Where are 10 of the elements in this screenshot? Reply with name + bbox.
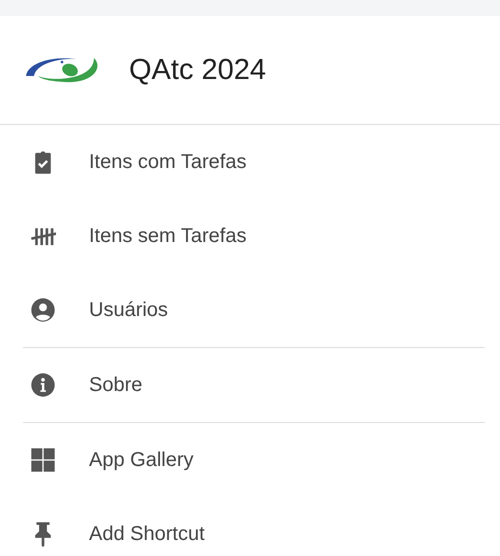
menu-item[interactable]: Sobre [0, 348, 500, 422]
info-icon [30, 372, 56, 398]
menu-item[interactable]: Itens com Tarefas [0, 125, 500, 199]
user-icon [30, 297, 56, 323]
grid-icon [30, 447, 56, 473]
app-title: QAtc 2024 [129, 54, 266, 86]
menu-item[interactable]: Usuários [0, 273, 500, 347]
menu-item[interactable]: App Gallery [0, 423, 500, 497]
menu-item[interactable]: Add Shortcut [0, 497, 500, 556]
menu-item[interactable]: Itens sem Tarefas [0, 199, 500, 273]
